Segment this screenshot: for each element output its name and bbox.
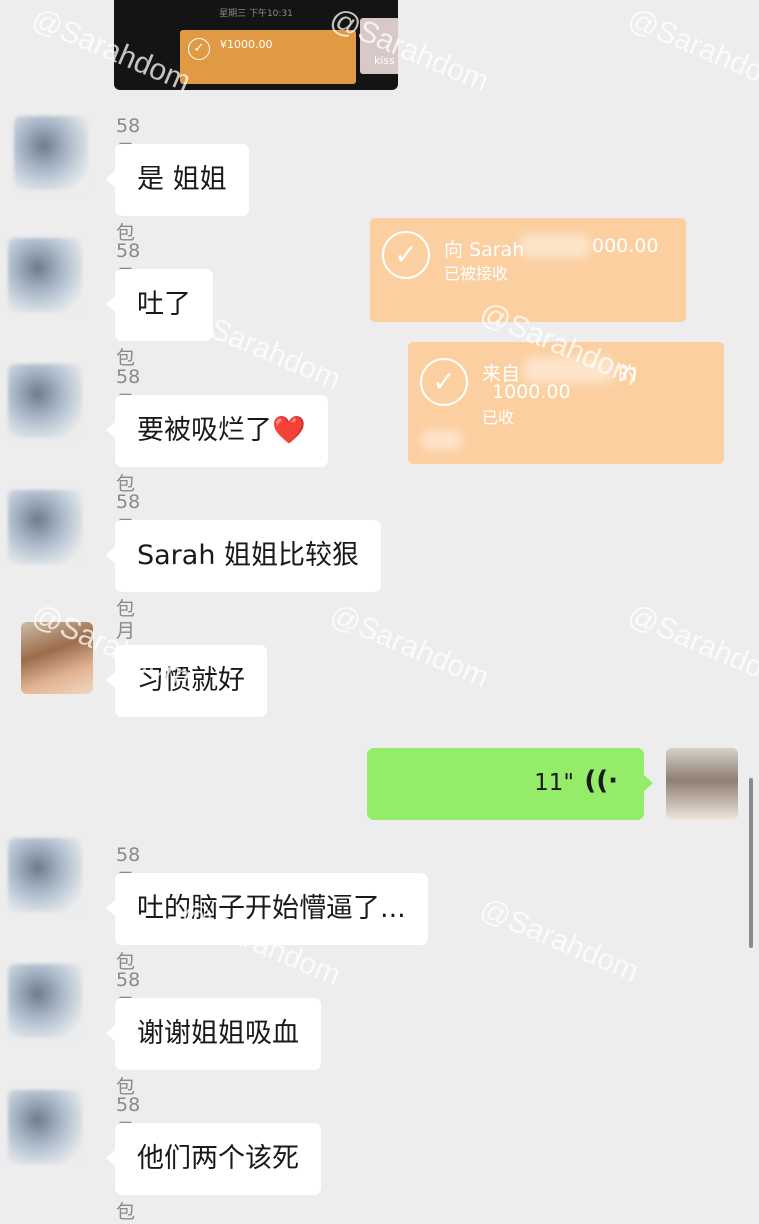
- message-bubble[interactable]: 他们两个该死: [106, 1123, 321, 1195]
- screenshot-time: 星期三 下午10:31: [219, 9, 293, 19]
- avatar[interactable]: [8, 1090, 82, 1164]
- embedded-screenshot[interactable]: 星期三 下午10:31 ✓ ¥1000.00 kiss: [114, 0, 398, 90]
- scrollbar[interactable]: [749, 778, 753, 948]
- transfer-status: 已被接收: [444, 264, 509, 283]
- voice-message-bubble[interactable]: 11" ((·: [367, 748, 653, 820]
- transfer-sender-suffix: 的: [618, 363, 638, 385]
- voice-wave-icon: ((·: [584, 766, 618, 796]
- screenshot-transfer-amount: ¥1000.00: [220, 38, 273, 51]
- transfer-status: 已收: [482, 408, 515, 427]
- voice-duration: 11": [534, 770, 574, 796]
- watermark: @Sarahdom: [475, 892, 644, 989]
- avatar[interactable]: [14, 116, 88, 190]
- sticker-label: kiss: [374, 54, 395, 67]
- redacted-area: [524, 357, 614, 383]
- heart-emoji: ❤️: [272, 415, 306, 446]
- watermark: @Sarahdom: [623, 598, 759, 695]
- message-bubble[interactable]: 吐的脑子开始懵逼了...: [106, 873, 428, 945]
- transfer-card[interactable]: ✓ 来自 的 1000.00 已收: [408, 342, 724, 464]
- avatar[interactable]: [21, 622, 93, 694]
- screenshot-transfer-card: ✓ ¥1000.00: [180, 30, 356, 84]
- transfer-recipient: 向 Sarah: [444, 239, 525, 261]
- watermark: @Sarahdom: [623, 2, 759, 99]
- message-bubble[interactable]: 吐了: [106, 269, 213, 341]
- check-circle-icon: ✓: [188, 38, 210, 60]
- check-circle-icon: ✓: [420, 358, 468, 406]
- transfer-card[interactable]: ✓ 向 Sarah 000.00 已被接收: [370, 218, 686, 322]
- redacted-area: [422, 430, 462, 450]
- avatar[interactable]: [8, 964, 82, 1038]
- message-bubble[interactable]: 是 姐姐: [106, 144, 249, 216]
- avatar[interactable]: [8, 364, 82, 438]
- avatar[interactable]: [8, 838, 82, 912]
- watermark: @Sarahdom: [325, 598, 494, 695]
- message-bubble[interactable]: 谢谢姐姐吸血: [106, 998, 321, 1070]
- transfer-amount: 1000.00: [492, 381, 571, 403]
- avatar[interactable]: [8, 238, 82, 312]
- check-circle-icon: ✓: [382, 231, 430, 279]
- message-bubble[interactable]: 要被吸烂了❤️: [106, 395, 328, 467]
- message-text: 要被吸烂了: [137, 415, 272, 446]
- message-bubble[interactable]: Sarah 姐姐比较狠: [105, 520, 382, 592]
- message-bubble[interactable]: 习惯就好: [106, 645, 267, 717]
- avatar[interactable]: [8, 490, 82, 564]
- my-avatar[interactable]: [666, 748, 738, 820]
- redacted-area: [520, 234, 590, 258]
- transfer-amount: 000.00: [592, 235, 659, 257]
